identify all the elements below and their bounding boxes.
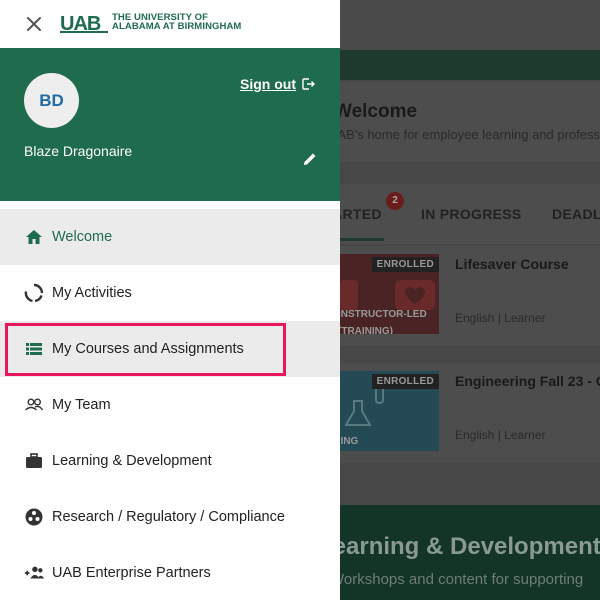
nav-item-research-compliance[interactable]: Research / Regulatory / Compliance [0,489,340,545]
thumb-label: TRAINING [340,436,359,447]
sign-out-icon [302,78,315,90]
avatar[interactable]: BD [24,73,79,128]
nav-label: My Team [52,397,111,413]
edit-profile-button[interactable] [302,151,318,167]
bg-course-tabs: NOT STARTED 2 IN PROGRESS DEADLINES [340,184,600,244]
partners-icon [24,563,44,583]
course-thumbnail: ENROLLED TRAINING [340,371,439,451]
nav-item-my-activities[interactable]: My Activities [0,265,340,321]
bg-top-bar [340,0,600,50]
nav-item-enterprise-partners[interactable]: UAB Enterprise Partners [0,545,340,600]
bg-welcome-card: Welcome UAB's home for employee learning… [340,82,600,162]
user-name: Blaze Dragonaire [24,143,133,159]
navigation-drawer: UAB THE UNIVERSITY OF ALABAMA AT BIRMING… [0,0,340,600]
tab-underline [340,238,384,241]
nav-label: Welcome [52,229,113,245]
sign-out-link[interactable]: Sign out [240,76,315,92]
sign-out-label: Sign out [240,76,296,92]
nav-label: Learning & Development [52,453,212,469]
tab-in-progress: IN PROGRESS [421,206,522,222]
nav-item-my-team[interactable]: My Team [0,377,340,433]
activity-ring-icon [24,283,44,303]
team-icon [24,395,44,415]
logo-line-2: ALABAMA AT BIRMINGHAM [112,21,242,32]
bg-welcome-subtitle: UAB's home for employee learning and pro… [340,127,600,142]
nav-label: My Activities [52,285,132,301]
bg-green-bar [340,50,600,80]
enrolled-badge: ENROLLED [371,257,439,272]
research-icon [24,507,44,527]
tab-deadlines: DEADLINES [552,206,600,222]
nav-label: Research / Regulatory / Compliance [52,509,285,525]
course-meta: English | Learner [455,311,546,325]
bg-course-card: ENROLLED INSTRUCTOR-LED (TRAINING) Lifes… [340,246,600,346]
logo-text: THE UNIVERSITY OF ALABAMA AT BIRMINGHAM [112,13,242,32]
uab-logo-mark: UAB [60,13,108,33]
uab-logo[interactable]: UAB THE UNIVERSITY OF ALABAMA AT BIRMING… [60,13,255,35]
svg-text:UAB: UAB [60,13,101,33]
course-thumbnail: ENROLLED INSTRUCTOR-LED (TRAINING) [340,254,439,334]
nav-label: UAB Enterprise Partners [52,565,211,581]
user-panel: BD Blaze Dragonaire Sign out [0,48,340,201]
close-icon [27,17,41,31]
course-title: Lifesaver Course [455,256,569,272]
home-icon [24,227,44,247]
banner-subtitle: Workshops and content for supporting [340,571,584,588]
bg-course-card: ENROLLED TRAINING Engineering Fall 23 - … [340,363,600,463]
drawer-nav: Welcome My Activities My Courses and Ass… [0,209,340,600]
highlight-box [5,323,286,376]
nav-item-learning-development[interactable]: Learning & Development [0,433,340,489]
enrolled-badge: ENROLLED [371,374,439,389]
background-app: Welcome UAB's home for employee learning… [340,0,600,600]
nav-item-welcome[interactable]: Welcome [0,209,340,265]
thumb-label: (TRAINING) [340,326,393,334]
banner-title: Learning & Development [340,533,600,560]
course-title: Engineering Fall 23 - Online [455,373,600,389]
bg-welcome-title: Welcome [340,101,418,122]
pencil-icon [304,153,316,165]
thumb-label: INSTRUCTOR-LED [340,309,427,320]
drawer-header: UAB THE UNIVERSITY OF ALABAMA AT BIRMING… [0,0,340,48]
count-badge: 2 [386,192,404,210]
briefcase-icon [24,451,44,471]
close-button[interactable] [22,12,46,36]
tab-not-started: NOT STARTED [340,206,382,222]
bg-learning-banner: Learning & Development Workshops and con… [340,505,600,600]
course-meta: English | Learner [455,428,546,442]
